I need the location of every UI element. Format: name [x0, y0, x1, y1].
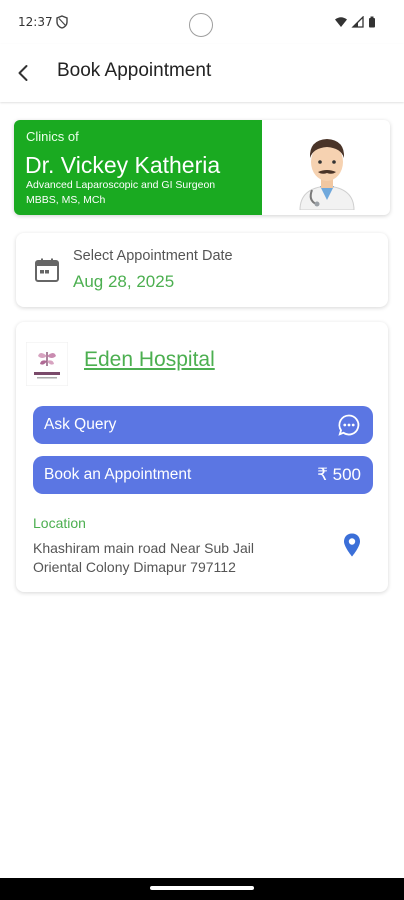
selected-date: Aug 28, 2025 [73, 272, 175, 291]
system-navigation-bar [0, 878, 404, 900]
status-bar: 12:37 [0, 0, 404, 44]
doctor-name: Dr. Vickey Katheria [25, 152, 221, 178]
doctor-info-panel: Clinics of Dr. Vickey Katheria Advanced … [14, 120, 262, 215]
location-pin-icon[interactable] [341, 532, 363, 558]
date-label: Select Appointment Date [73, 248, 233, 264]
back-arrow-icon[interactable] [12, 61, 36, 85]
page-title: Book Appointment [57, 60, 212, 81]
doctor-degrees: MBBS, MS, MCh [26, 194, 106, 206]
book-appointment-button[interactable]: Book an Appointment ₹ 500 [33, 456, 373, 494]
doctor-card: Clinics of Dr. Vickey Katheria Advanced … [14, 120, 390, 215]
appointment-date-picker[interactable]: Select Appointment Date Aug 28, 2025 [16, 233, 388, 307]
address-line-1: Khashiram main road Near Sub Jail [33, 540, 254, 556]
chat-bubble-icon [338, 414, 360, 436]
address-line-2: Oriental Colony Dimapur 797112 [33, 559, 236, 575]
battery-icon [369, 16, 375, 28]
consultation-fee: ₹ 500 [317, 465, 361, 484]
calendar-icon [35, 258, 59, 282]
ask-query-label: Ask Query [44, 416, 117, 433]
hospital-logo [26, 342, 68, 386]
hospital-name-link[interactable]: Eden Hospital [84, 348, 215, 372]
hospital-card: Eden Hospital Ask Query Book an Appointm… [16, 322, 388, 592]
doctor-avatar [299, 139, 355, 210]
app-bar: Book Appointment [0, 44, 404, 102]
signal-icon [351, 16, 364, 28]
home-indicator[interactable] [150, 886, 254, 890]
book-appointment-label: Book an Appointment [44, 466, 192, 483]
location-label: Location [33, 515, 86, 531]
doctor-specialization: Advanced Laparoscopic and GI Surgeon [26, 179, 216, 191]
ask-query-button[interactable]: Ask Query [33, 406, 373, 444]
status-time: 12:37 [18, 15, 53, 29]
clinics-of-label: Clinics of [26, 129, 79, 144]
wifi-icon [335, 17, 347, 27]
status-icons [335, 16, 375, 28]
shield-icon [56, 15, 68, 29]
camera-cutout [189, 13, 213, 37]
